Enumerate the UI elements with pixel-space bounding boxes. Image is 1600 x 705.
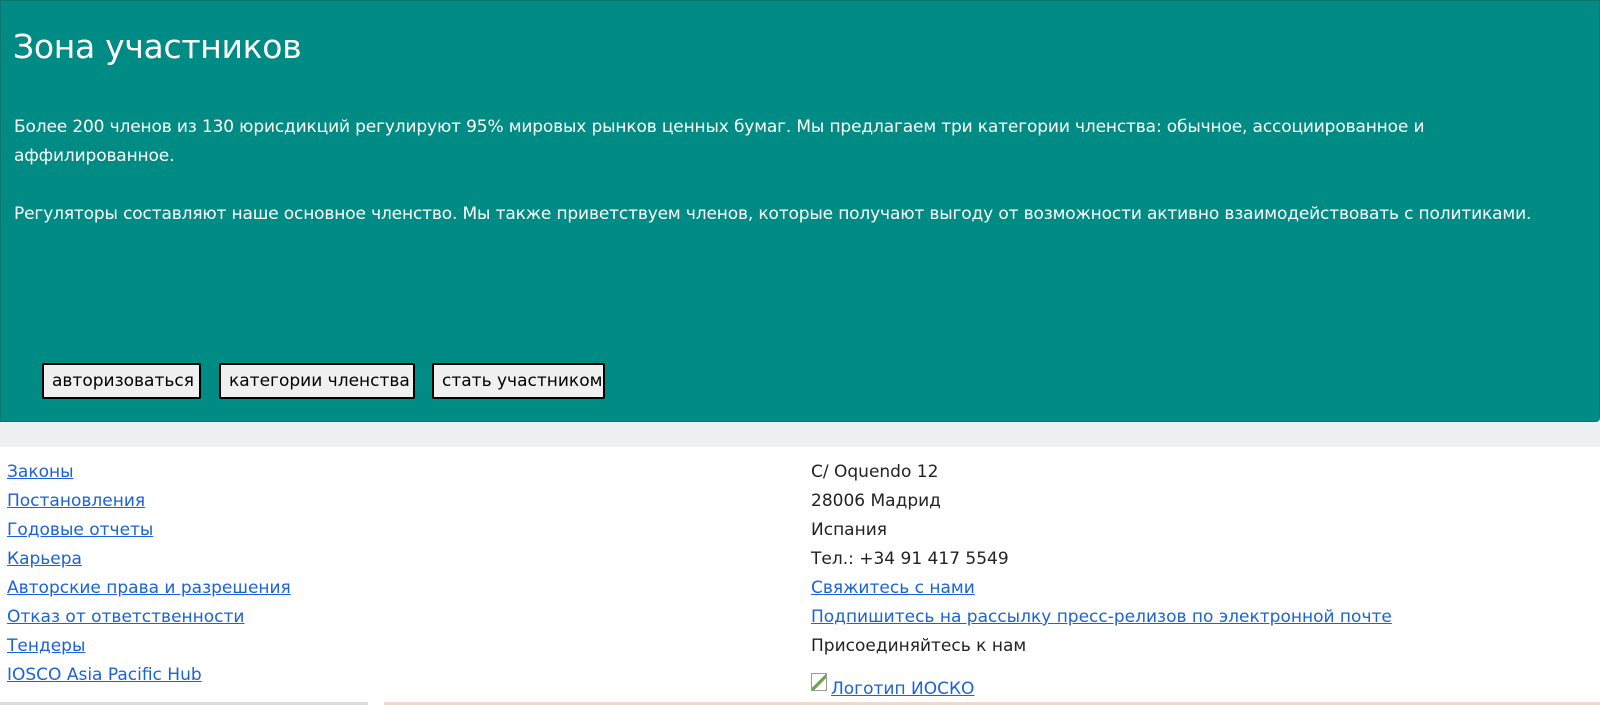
- footer-link-asia-pacific-hub[interactable]: IOSCO Asia Pacific Hub: [7, 665, 202, 685]
- footer-link-regulations[interactable]: Постановления: [7, 491, 145, 511]
- footer-link-item: Постановления: [7, 487, 291, 516]
- footer-contact-block: C/ Oquendo 12 28006 Мадрид Испания Тел.:…: [811, 458, 1392, 661]
- footer-link-disclaimer[interactable]: Отказ от ответственности: [7, 607, 244, 627]
- address-city: 28006 Мадрид: [811, 491, 941, 511]
- footer-link-item: IOSCO Asia Pacific Hub: [7, 661, 291, 690]
- footer-link-careers[interactable]: Карьера: [7, 549, 82, 569]
- address-phone: Тел.: +34 91 417 5549: [811, 549, 1009, 569]
- logo-alt-text: Логотип ИОСКО: [831, 679, 975, 699]
- become-member-button[interactable]: стать участником: [432, 363, 605, 399]
- footer-links-list: Законы Постановления Годовые отчеты Карь…: [7, 458, 291, 690]
- membership-categories-button[interactable]: категории членства: [219, 363, 415, 399]
- login-button[interactable]: авторизоваться: [42, 363, 201, 399]
- iosco-logo-link[interactable]: Логотип ИОСКО: [811, 673, 974, 699]
- footer-link-item: Отказ от ответственности: [7, 603, 291, 632]
- subscribe-link-item: Подпишитесь на рассылку пресс-релизов по…: [811, 603, 1392, 632]
- broken-image-icon: [811, 673, 827, 691]
- address-street: C/ Oquendo 12: [811, 462, 939, 482]
- footer-link-laws[interactable]: Законы: [7, 462, 74, 482]
- contact-us-link[interactable]: Свяжитесь с нами: [811, 578, 975, 598]
- page: Зона участников Более 200 членов из 130 …: [0, 0, 1600, 705]
- footer-link-annual-reports[interactable]: Годовые отчеты: [7, 520, 153, 540]
- footer-link-item: Годовые отчеты: [7, 516, 291, 545]
- address-country: Испания: [811, 520, 887, 540]
- join-us-label: Присоединяйтесь к нам: [811, 636, 1027, 656]
- press-release-subscribe-link[interactable]: Подпишитесь на рассылку пресс-релизов по…: [811, 607, 1392, 627]
- members-intro-paragraph: Более 200 членов из 130 юрисдикций регул…: [14, 117, 1425, 166]
- footer-link-item: Законы: [7, 458, 291, 487]
- contact-link-item: Свяжитесь с нами: [811, 574, 1392, 603]
- members-zone-panel: Зона участников Более 200 членов из 130 …: [0, 0, 1600, 422]
- members-zone-title: Зона участников: [13, 27, 302, 66]
- section-separator: [0, 422, 1600, 447]
- footer-link-copyright[interactable]: Авторские права и разрешения: [7, 578, 291, 598]
- footer-link-item: Тендеры: [7, 632, 291, 661]
- footer-link-item: Карьера: [7, 545, 291, 574]
- footer-link-tenders[interactable]: Тендеры: [7, 636, 85, 656]
- members-regulators-paragraph: Регуляторы составляют наше основное член…: [14, 204, 1532, 224]
- footer-link-item: Авторские права и разрешения: [7, 574, 291, 603]
